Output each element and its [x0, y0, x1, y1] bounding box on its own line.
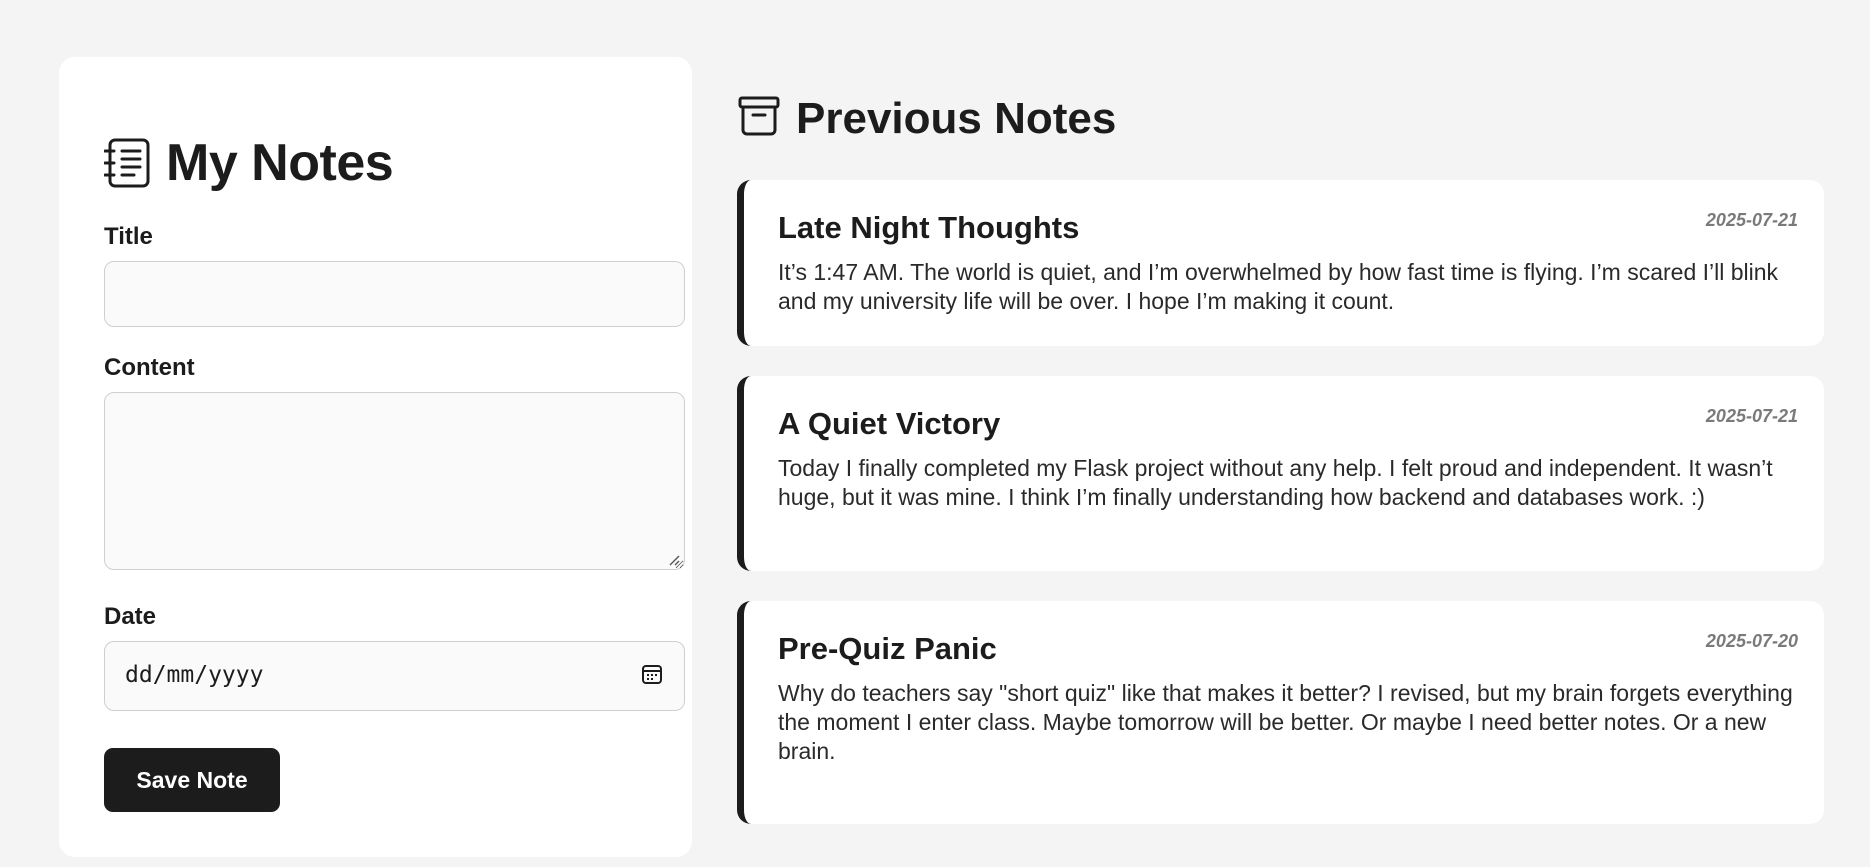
note-content: Why do teachers say "short quiz" like th… — [778, 680, 1793, 764]
note-card[interactable]: Late Night Thoughts 2025-07-21 It’s 1:47… — [737, 180, 1824, 346]
note-date: 2025-07-20 — [1705, 631, 1798, 651]
content-textarea-wrap — [104, 392, 685, 570]
note-card[interactable]: A Quiet Victory 2025-07-21 Today I final… — [737, 376, 1824, 571]
content-label: Content — [104, 354, 195, 381]
note-title: A Quiet Victory — [778, 406, 1001, 441]
form-header: My Notes — [104, 134, 394, 192]
resize-grip-icon[interactable] — [668, 553, 680, 566]
note-content: Today I finally completed my Flask proje… — [778, 455, 1773, 510]
notes-header: Previous Notes — [738, 96, 1116, 141]
note-card[interactable]: Pre-Quiz Panic 2025-07-20 Why do teacher… — [737, 601, 1824, 824]
notebook-icon — [104, 138, 150, 188]
title-input[interactable] — [104, 261, 685, 327]
note-title: Late Night Thoughts — [778, 210, 1080, 245]
date-label: Date — [104, 603, 157, 630]
note-title: Pre-Quiz Panic — [778, 631, 997, 666]
form-title: My Notes — [166, 134, 394, 192]
note-date: 2025-07-21 — [1705, 210, 1798, 230]
calendar-icon[interactable] — [640, 662, 664, 691]
date-input[interactable]: dd/mm/yyyy — [104, 641, 685, 711]
archive-box-icon — [738, 96, 780, 141]
title-label: Title — [104, 223, 153, 250]
content-textarea[interactable] — [105, 393, 684, 569]
date-placeholder: dd/mm/yyyy — [125, 662, 264, 688]
save-note-button[interactable]: Save Note — [104, 748, 280, 812]
notes-section-title: Previous Notes — [796, 93, 1117, 143]
note-form-panel: My Notes Title Content Date dd/mm/yyyy S… — [59, 57, 692, 857]
note-content: It’s 1:47 AM. The world is quiet, and I’… — [778, 259, 1779, 314]
note-date: 2025-07-21 — [1705, 406, 1798, 426]
